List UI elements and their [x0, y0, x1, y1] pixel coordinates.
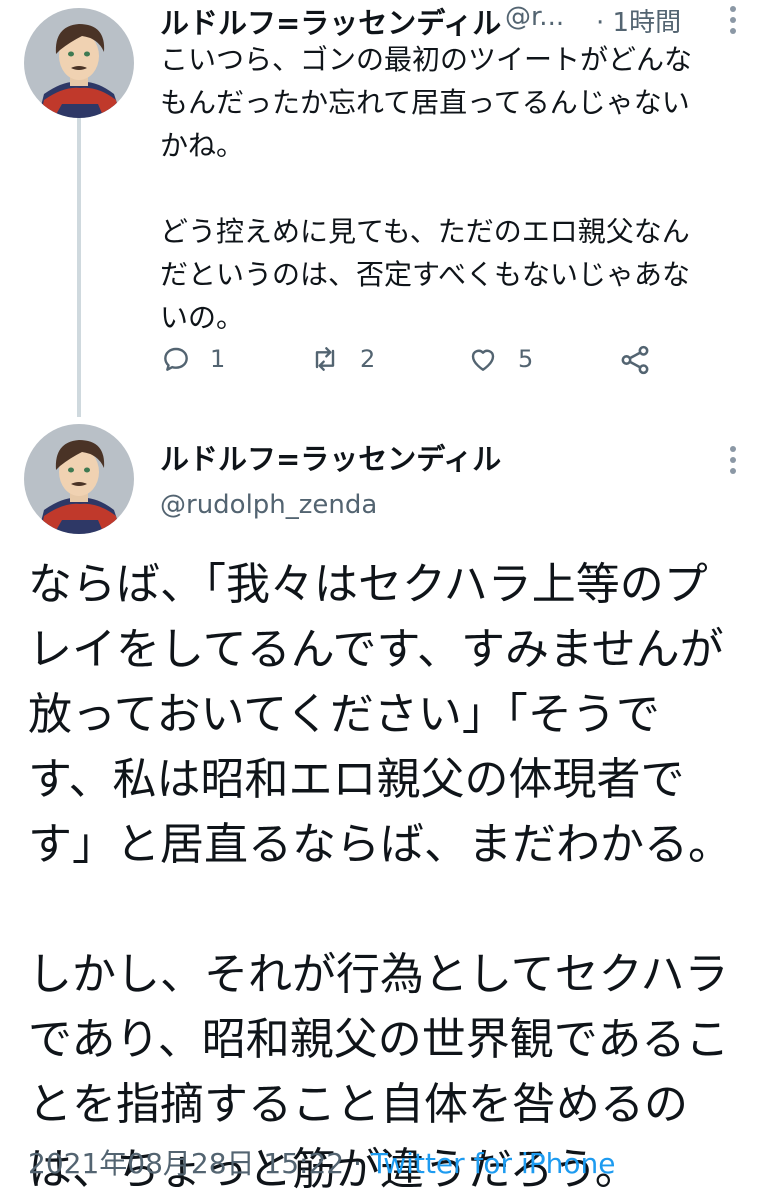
- reply-button[interactable]: 1: [160, 343, 225, 375]
- tweet-text: ならば、「我々はセクハラ上等のプ レイをしてるんです、すみませんが 放っておいて…: [28, 559, 732, 1195]
- retweet-icon: [315, 347, 335, 371]
- more-options-icon[interactable]: [730, 446, 738, 479]
- avatar[interactable]: [24, 424, 134, 534]
- tweet-meta: 2021年08月28日 15:22 · Twitter for iPhone: [28, 1142, 615, 1182]
- retweet-button[interactable]: 2: [308, 343, 375, 375]
- avatar[interactable]: [24, 8, 134, 118]
- tweet-text: こいつら、ゴンの最初のツイートがどんな もんだったか忘れて居直ってるんじゃない …: [160, 43, 693, 334]
- share-button[interactable]: [618, 343, 652, 377]
- author-handle[interactable]: @rudolph_zenda: [160, 490, 377, 520]
- reply-icon: [164, 347, 188, 371]
- author-name[interactable]: ルドルフ=ラッセンディル: [160, 436, 501, 478]
- reply-count: 1: [210, 345, 226, 373]
- author-name[interactable]: ルドルフ=ラッセンディル: [160, 0, 501, 42]
- share-icon: [621, 345, 649, 375]
- more-options-icon[interactable]: [730, 6, 738, 39]
- retweet-count: 2: [360, 345, 376, 373]
- thread-line: [77, 112, 81, 417]
- like-button[interactable]: 5: [466, 343, 533, 375]
- tweet-source-link[interactable]: Twitter for iPhone: [371, 1147, 616, 1180]
- timestamp[interactable]: · 1時間: [596, 2, 681, 39]
- tweet-date: 2021年08月28日 15:22 ·: [28, 1147, 371, 1180]
- author-handle[interactable]: @r...: [505, 2, 564, 32]
- like-count: 5: [518, 345, 534, 373]
- like-icon: [471, 349, 495, 371]
